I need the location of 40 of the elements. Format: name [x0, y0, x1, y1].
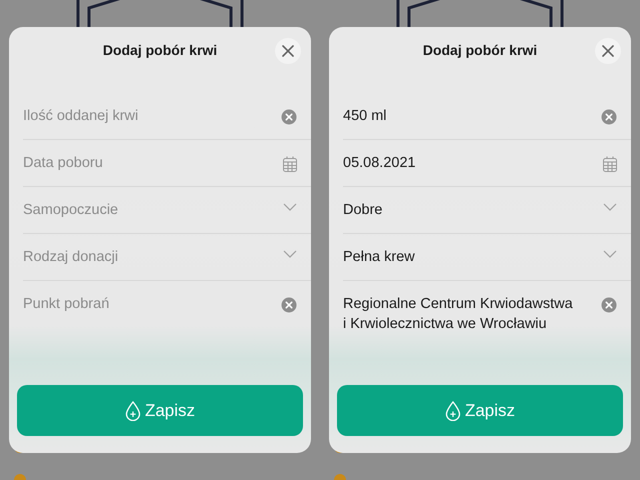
form-field[interactable]: Samopoczucie — [23, 187, 311, 234]
field-placeholder: Data poboru — [23, 154, 103, 173]
field-placeholder: Rodzaj donacji — [23, 248, 118, 267]
save-button[interactable]: Zapisz — [337, 385, 623, 436]
close-button[interactable] — [275, 38, 301, 64]
chevron-down-icon[interactable] — [603, 250, 617, 258]
form-field[interactable]: 450 ml — [343, 93, 631, 140]
calendar-icon[interactable] — [283, 156, 297, 172]
field-value: 05.08.2021 — [343, 154, 416, 173]
sheet-title: Dodaj pobór krwi — [102, 42, 218, 58]
form-field[interactable]: Dobre — [343, 187, 631, 234]
field-placeholder: Ilość oddanej krwi — [23, 107, 138, 126]
clear-icon[interactable] — [601, 109, 617, 125]
clear-icon[interactable] — [281, 297, 297, 313]
field-value: 450 ml — [343, 107, 387, 126]
field-value: Dobre — [343, 201, 382, 220]
form-field[interactable]: Regionalne Centrum Krwiodawstwa i Krwiolecznictwa we Wrocławiu — [343, 281, 631, 347]
field-placeholder: Punkt pobrań — [23, 295, 110, 314]
sheet-title: Dodaj pobór krwi — [422, 42, 538, 58]
clear-icon[interactable] — [601, 297, 617, 313]
form-field[interactable]: Punkt pobrań — [23, 281, 311, 327]
close-button[interactable] — [595, 38, 621, 64]
field-placeholder: Samopoczucie — [23, 201, 118, 220]
field-value: Regionalne Centrum Krwiodawstwa i Krwiolecznictwa we Wrocławiu — [343, 295, 574, 334]
save-button[interactable]: Zapisz — [17, 385, 303, 436]
field-value: Pełna krew — [343, 248, 415, 267]
drop-icon — [124, 400, 141, 420]
drop-icon — [444, 400, 461, 420]
calendar-icon[interactable] — [603, 156, 617, 172]
chevron-down-icon[interactable] — [603, 203, 617, 211]
form-field[interactable]: Pełna krew — [343, 234, 631, 281]
chevron-down-icon[interactable] — [283, 203, 297, 211]
close-icon — [282, 45, 294, 57]
clear-icon[interactable] — [281, 109, 297, 125]
form-field[interactable]: Rodzaj donacji — [23, 234, 311, 281]
chevron-down-icon[interactable] — [283, 250, 297, 258]
form-field[interactable]: 05.08.2021 — [343, 140, 631, 187]
form-field[interactable]: Ilość oddanej krwi — [23, 93, 311, 140]
close-icon — [602, 45, 614, 57]
form-field[interactable]: Data poboru — [23, 140, 311, 187]
